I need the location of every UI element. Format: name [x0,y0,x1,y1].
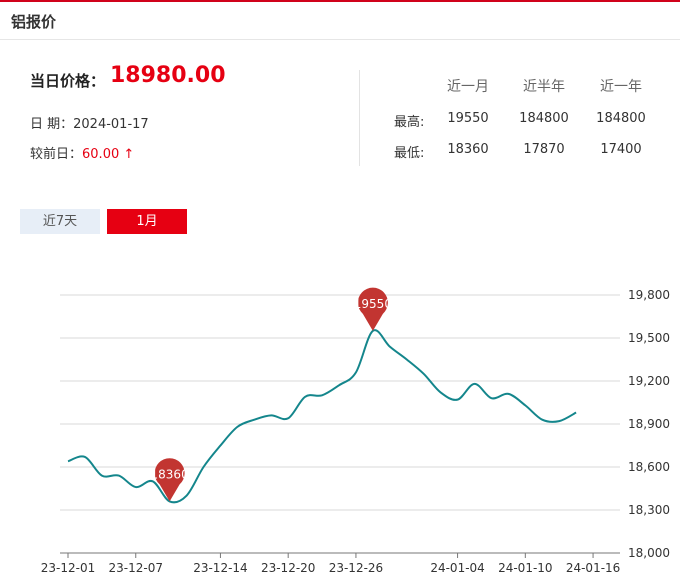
date-value: 2024-01-17 [73,117,149,132]
x-tick-label: 23-12-01 [41,561,95,575]
stats-cell: 184800 [519,111,569,126]
stats-header-half-year: 近半年 [523,79,565,95]
x-tick-label: 23-12-20 [261,561,315,575]
up-arrow-icon: ↑ [123,147,135,162]
tab-7-days[interactable]: 近7天 [20,209,100,234]
x-tick-label: 24-01-04 [430,561,484,575]
y-tick-label: 18,300 [628,503,670,517]
header: 铝报价 [0,2,680,40]
price-label: 当日价格： [30,72,106,90]
stats-cell: 17870 [523,142,565,157]
y-tick-label: 18,900 [628,417,670,431]
date-label: 日 期： [30,117,74,132]
change-row: 较前日：60.00 ↑ [30,143,134,162]
price-line-chart: 18,000 18,300 18,600 18,900 19,200 19,500 19,8… [41,287,670,575]
pin-marker-label: 19550 [354,297,392,311]
y-tick-label: 19,800 [628,288,670,302]
x-tick-label: 23-12-07 [109,561,163,575]
page-title: 铝报价 [11,13,57,31]
change-label: 较前日： [30,147,83,162]
change-value: 60.00 [82,147,120,162]
y-tick-label: 18,600 [628,460,670,474]
pin-marker-label: 18360 [151,467,189,481]
price-value: 18980.00 [110,63,226,88]
stats-cell: 18360 [447,142,489,157]
stats-cell: 19550 [447,111,489,126]
y-tick-label: 18,000 [628,546,670,560]
series-line [67,329,577,504]
stats-header-year: 近一年 [600,79,642,95]
x-tick-label: 23-12-26 [329,561,383,575]
divider [359,70,360,166]
y-tick-label: 19,200 [628,374,670,388]
y-tick-label: 19,500 [628,331,670,345]
stats-cell: 184800 [596,111,646,126]
tab-1-month[interactable]: 1月 [107,209,187,234]
x-tick-label: 24-01-10 [498,561,552,575]
date-row: 日 期：2024-01-17 [30,113,149,132]
stats-header-month: 近一月 [447,79,489,95]
stats-cell: 17400 [600,142,642,157]
x-tick-label: 24-01-16 [566,561,620,575]
x-tick-label: 23-12-14 [193,561,247,575]
